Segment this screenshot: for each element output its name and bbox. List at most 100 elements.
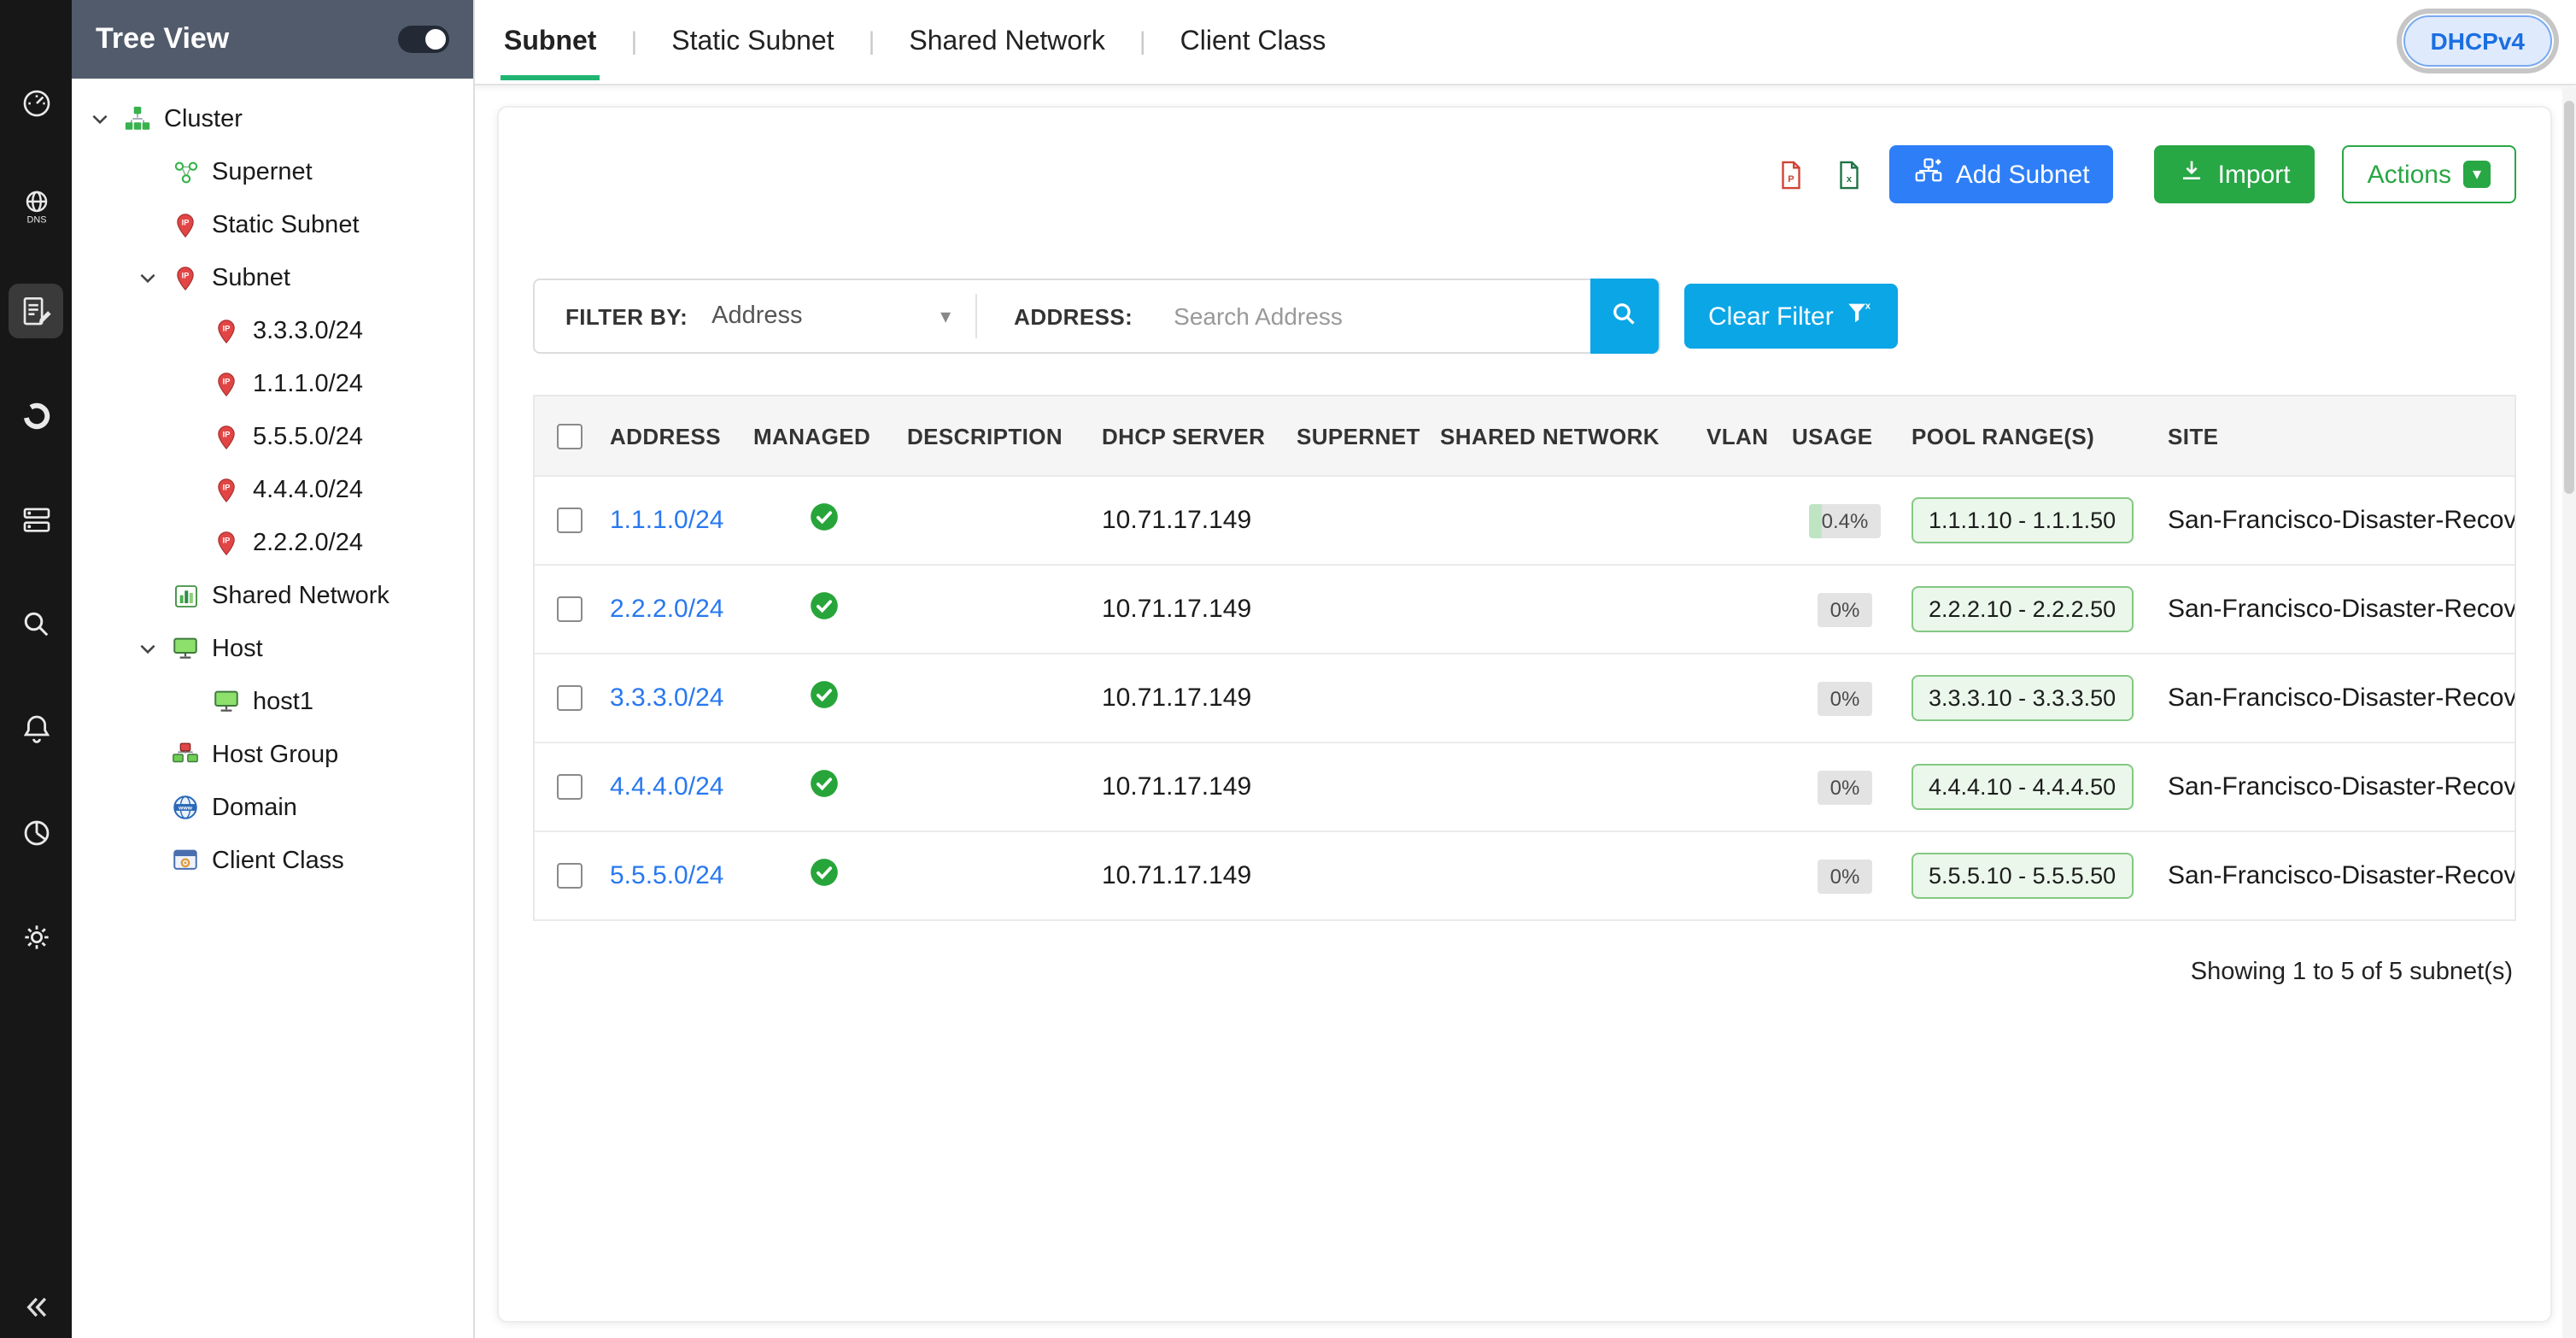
vertical-scrollbar[interactable] [2562, 87, 2576, 1338]
tree-node-host1[interactable]: host1 [72, 675, 473, 728]
subnet-table: ADDRESS MANAGED DESCRIPTION DHCP SERVER … [533, 395, 2516, 921]
subnet-card: P x Add Subnet Import Actions ▾ FILTER B… [497, 106, 2552, 1323]
tab-subnet[interactable]: Subnet [501, 4, 600, 79]
tree-node-label: Host Group [212, 741, 338, 768]
subnet-address-link[interactable]: 5.5.5.0/24 [610, 861, 723, 890]
app-root: DNS Tree View Cluster Supernet [0, 0, 2576, 1338]
pool-range-badge: 1.1.1.10 - 1.1.1.50 [1912, 497, 2133, 543]
tab-separator: | [630, 27, 637, 56]
dashboard-icon[interactable] [9, 75, 63, 130]
chevron-down-icon[interactable] [133, 267, 161, 289]
chevron-down-icon: ▾ [940, 304, 951, 328]
chevron-down-icon[interactable] [85, 108, 113, 130]
tab-client-class[interactable]: Client Class [1177, 4, 1330, 79]
filter-clear-icon: x [1846, 298, 1875, 334]
search-button[interactable] [1590, 279, 1659, 354]
tree-node-label: Subnet [212, 264, 290, 291]
scrollbar-thumb[interactable] [2564, 101, 2574, 494]
subnet-address-link[interactable]: 3.3.3.0/24 [610, 684, 723, 713]
tree-node-subnet-3333[interactable]: IP 3.3.3.0/24 [72, 304, 473, 357]
svg-text:IP: IP [223, 483, 231, 491]
filter-by-value: Address [711, 302, 802, 330]
tree-node-host[interactable]: Host [72, 622, 473, 675]
tree-view-header: Tree View [72, 0, 473, 79]
clear-filter-button[interactable]: Clear Filter x [1684, 284, 1899, 349]
subnet-address-link[interactable]: 1.1.1.0/24 [610, 506, 723, 535]
import-button[interactable]: Import [2155, 145, 2315, 203]
tree-node-label: Shared Network [212, 582, 389, 609]
dhcp-server-cell: 10.71.17.149 [1095, 506, 1290, 535]
table-row: 3.3.3.0/24 10.71.17.149 0% 3.3.3.10 - 3.… [535, 654, 2515, 743]
filter-by-dropdown[interactable]: Address ▾ [711, 302, 968, 330]
select-all-checkbox[interactable] [556, 423, 582, 449]
clear-filter-label: Clear Filter [1708, 302, 1834, 331]
tree-node-subnet-2222[interactable]: IP 2.2.2.0/24 [72, 516, 473, 569]
search-icon [1609, 298, 1640, 334]
tree-node-shared-network[interactable]: Shared Network [72, 569, 473, 622]
pool-range-badge: 4.4.4.10 - 4.4.4.50 [1912, 764, 2133, 810]
tree-visibility-toggle[interactable] [398, 26, 449, 53]
tree-node-host-group[interactable]: Host Group [72, 728, 473, 781]
monitoring-donut-icon[interactable] [9, 388, 63, 443]
settings-gear-icon[interactable] [9, 909, 63, 964]
collapse-double-chevron-icon[interactable] [0, 1290, 72, 1324]
ip-pin-icon: IP [171, 263, 200, 292]
tree-node-label: 5.5.5.0/24 [253, 423, 363, 450]
col-shared-network: SHARED NETWORK [1433, 423, 1700, 449]
tree-node-cluster[interactable]: Cluster [72, 92, 473, 145]
tree-node-domain[interactable]: www Domain [72, 781, 473, 834]
tree-node-subnet-1111[interactable]: IP 1.1.1.0/24 [72, 357, 473, 410]
tree-node-label: host1 [253, 688, 313, 715]
site-cell: San-Francisco-Disaster-Recovery-Second [2161, 772, 2515, 801]
alerts-bell-icon[interactable] [9, 701, 63, 755]
svg-text:x: x [1865, 300, 1871, 310]
client-class-icon [171, 846, 200, 875]
col-vlan: VLAN [1700, 423, 1785, 449]
tree-node-subnet-4444[interactable]: IP 4.4.4.0/24 [72, 463, 473, 516]
discovery-search-icon[interactable] [9, 596, 63, 651]
table-row: 1.1.1.0/24 10.71.17.149 0.4% 1.1.1.10 - … [535, 477, 2515, 566]
dhcp-server-cell: 10.71.17.149 [1095, 861, 1290, 890]
server-list-icon[interactable] [9, 492, 63, 547]
search-address-input[interactable] [1156, 302, 1590, 330]
pdf-export-icon[interactable]: P [1773, 156, 1811, 193]
tree-node-supernet[interactable]: Supernet [72, 145, 473, 198]
tab-shared-network[interactable]: Shared Network [905, 4, 1108, 79]
filter-by-label: FILTER BY: [535, 303, 711, 329]
ip-pin-icon: IP [212, 316, 241, 345]
row-checkbox[interactable] [556, 508, 582, 533]
tree-node-subnet-5555[interactable]: IP 5.5.5.0/24 [72, 410, 473, 463]
tree-node-client-class[interactable]: Client Class [72, 834, 473, 887]
tab-static-subnet[interactable]: Static Subnet [668, 4, 837, 79]
chevron-down-icon[interactable] [133, 637, 161, 660]
svg-text:IP: IP [223, 430, 231, 438]
ipam-edit-icon[interactable] [9, 284, 63, 338]
row-checkbox[interactable] [556, 685, 582, 711]
svg-text:IP: IP [223, 324, 231, 332]
row-checkbox[interactable] [556, 863, 582, 889]
add-subnet-button[interactable]: Add Subnet [1889, 145, 2114, 203]
filter-row: FILTER BY: Address ▾ ADDRESS: Clear Filt… [533, 279, 2516, 354]
cluster-icon [123, 104, 152, 133]
check-circle-icon [807, 501, 840, 540]
row-checkbox[interactable] [556, 596, 582, 622]
tree-node-subnet[interactable]: IP Subnet [72, 251, 473, 304]
dns-icon[interactable]: DNS [9, 179, 63, 234]
usage-badge: 0% [1818, 592, 1872, 626]
site-cell: San-Francisco-Disaster-Recovery-Second [2161, 595, 2515, 624]
ip-pin-icon: IP [212, 422, 241, 451]
dhcp-version-button[interactable]: DHCPv4 [2403, 15, 2553, 67]
analytics-pie-icon[interactable] [9, 805, 63, 860]
add-subnet-network-icon [1913, 156, 1944, 193]
filter-bar: FILTER BY: Address ▾ ADDRESS: [533, 279, 1660, 354]
svg-text:IP: IP [182, 218, 190, 226]
actions-button[interactable]: Actions ▾ [2342, 145, 2516, 203]
tree-node-static-subnet[interactable]: IP Static Subnet [72, 198, 473, 251]
col-pool-ranges: POOL RANGE(S) [1905, 423, 2161, 449]
subnet-address-link[interactable]: 2.2.2.0/24 [610, 595, 723, 624]
excel-export-icon[interactable]: x [1831, 156, 1869, 193]
subnet-address-link[interactable]: 4.4.4.0/24 [610, 772, 723, 801]
row-checkbox[interactable] [556, 774, 582, 800]
usage-badge: 0.4% [1810, 503, 1881, 537]
col-supernet: SUPERNET [1290, 423, 1433, 449]
